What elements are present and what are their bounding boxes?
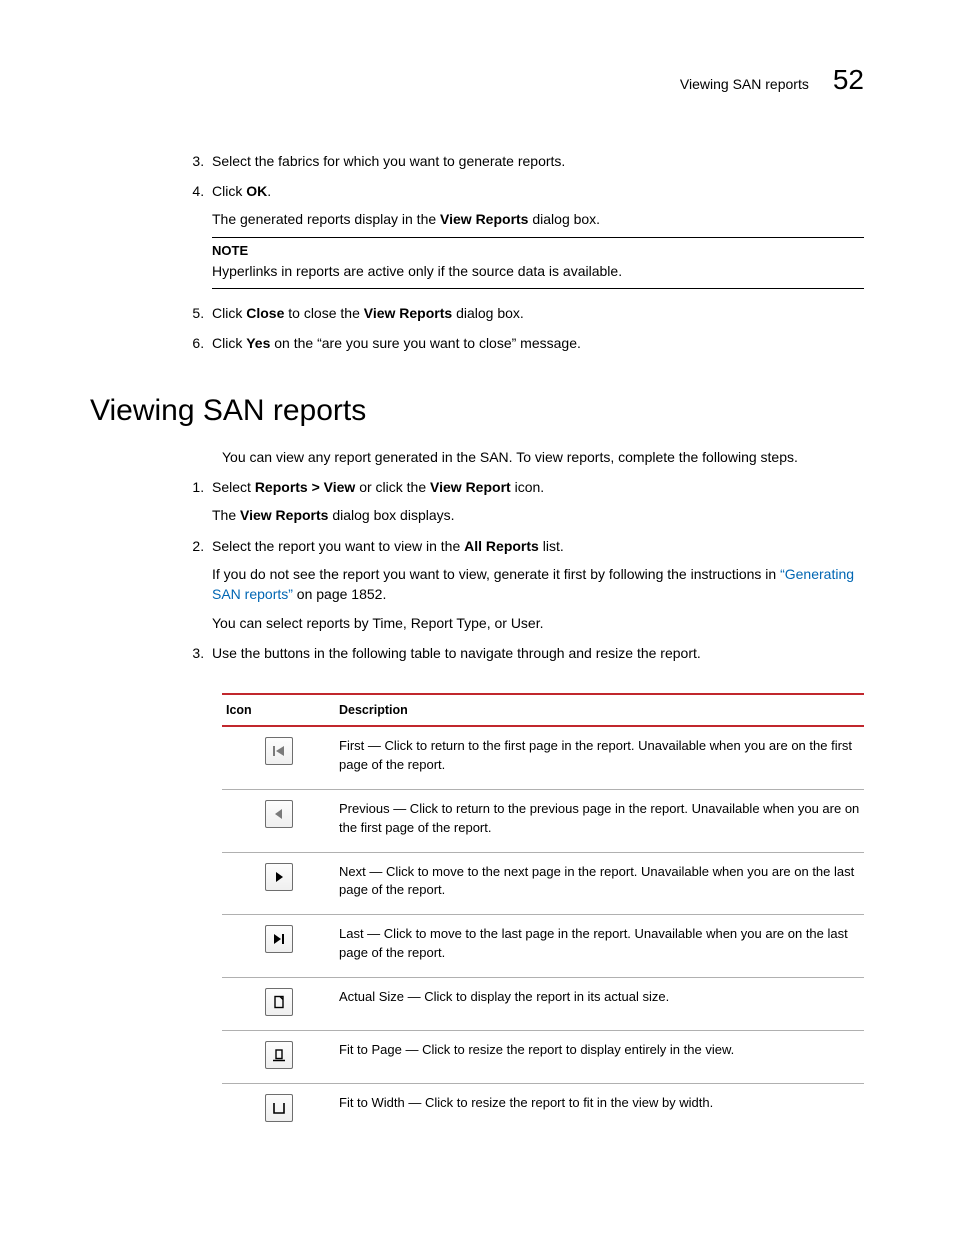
icon-cell <box>222 977 335 1030</box>
sub-paragraph: You can select reports by Time, Report T… <box>212 613 864 633</box>
table-row: Fit to Width — Click to resize the repor… <box>222 1083 864 1136</box>
page-number: 52 <box>833 60 864 101</box>
bold-token: Yes <box>246 335 270 351</box>
bold-token: Reports > View <box>255 479 356 495</box>
sub-paragraph: The generated reports display in the Vie… <box>212 209 864 229</box>
list-item: Use the buttons in the following table t… <box>208 643 864 663</box>
running-header: Viewing SAN reports 52 <box>90 60 864 101</box>
bold-token: View Reports <box>440 211 528 227</box>
ordered-list-view: Select Reports > View or click the View … <box>208 477 864 663</box>
view-section-block: You can view any report generated in the… <box>222 447 864 1136</box>
list-item: Select Reports > View or click the View … <box>208 477 864 526</box>
bold-token: Close <box>246 305 284 321</box>
sub-paragraph: If you do not see the report you want to… <box>212 564 864 605</box>
icon-cell <box>222 915 335 978</box>
icon-cell <box>222 789 335 852</box>
desc-cell: Previous — Click to return to the previo… <box>335 789 864 852</box>
bold-token: View Report <box>430 479 511 495</box>
bold-token: View Reports <box>240 507 328 523</box>
note-label: NOTE <box>212 242 864 261</box>
desc-cell: Last — Click to move to the last page in… <box>335 915 864 978</box>
icon-cell <box>222 726 335 789</box>
desc-cell: First — Click to return to the first pag… <box>335 726 864 789</box>
icon-cell <box>222 1083 335 1136</box>
ordered-list-top: Select the fabrics for which you want to… <box>208 151 864 354</box>
top-steps-block: Select the fabrics for which you want to… <box>222 151 864 354</box>
last-icon <box>265 925 293 953</box>
prev-icon <box>265 800 293 828</box>
table-row: Fit to Page — Click to resize the report… <box>222 1030 864 1083</box>
list-item: Click OK.The generated reports display i… <box>208 181 864 289</box>
table-row: Next — Click to move to the next page in… <box>222 852 864 915</box>
icon-cell <box>222 852 335 915</box>
section-heading: Viewing SAN reports <box>90 389 864 433</box>
next-icon <box>265 863 293 891</box>
running-title: Viewing SAN reports <box>680 74 809 94</box>
note-text: Hyperlinks in reports are active only if… <box>212 261 864 281</box>
desc-cell: Fit to Page — Click to resize the report… <box>335 1030 864 1083</box>
table-row: Previous — Click to return to the previo… <box>222 789 864 852</box>
list-item: Click Yes on the “are you sure you want … <box>208 333 864 353</box>
table-body: First — Click to return to the first pag… <box>222 726 864 1136</box>
th-icon: Icon <box>222 694 335 726</box>
actual-icon <box>265 988 293 1016</box>
list-item: Select the fabrics for which you want to… <box>208 151 864 171</box>
icon-cell <box>222 1030 335 1083</box>
bold-token: OK <box>246 183 267 199</box>
desc-cell: Actual Size — Click to display the repor… <box>335 977 864 1030</box>
desc-cell: Fit to Width — Click to resize the repor… <box>335 1083 864 1136</box>
list-item: Select the report you want to view in th… <box>208 536 864 633</box>
note-box: NOTEHyperlinks in reports are active onl… <box>212 237 864 288</box>
bold-token: All Reports <box>464 538 539 554</box>
list-item: Click Close to close the View Reports di… <box>208 303 864 323</box>
bold-token: View Reports <box>364 305 452 321</box>
cross-reference-link[interactable]: “Generating SAN reports” <box>212 566 854 602</box>
sub-paragraph: The View Reports dialog box displays. <box>212 505 864 525</box>
nav-icon-table: Icon Description First — Click to return… <box>222 693 864 1136</box>
fitwidth-icon <box>265 1094 293 1122</box>
table-row: Last — Click to move to the last page in… <box>222 915 864 978</box>
first-icon <box>265 737 293 765</box>
table-row: Actual Size — Click to display the repor… <box>222 977 864 1030</box>
fitpage-icon <box>265 1041 293 1069</box>
desc-cell: Next — Click to move to the next page in… <box>335 852 864 915</box>
intro-paragraph: You can view any report generated in the… <box>222 447 864 467</box>
table-row: First — Click to return to the first pag… <box>222 726 864 789</box>
th-desc: Description <box>335 694 864 726</box>
